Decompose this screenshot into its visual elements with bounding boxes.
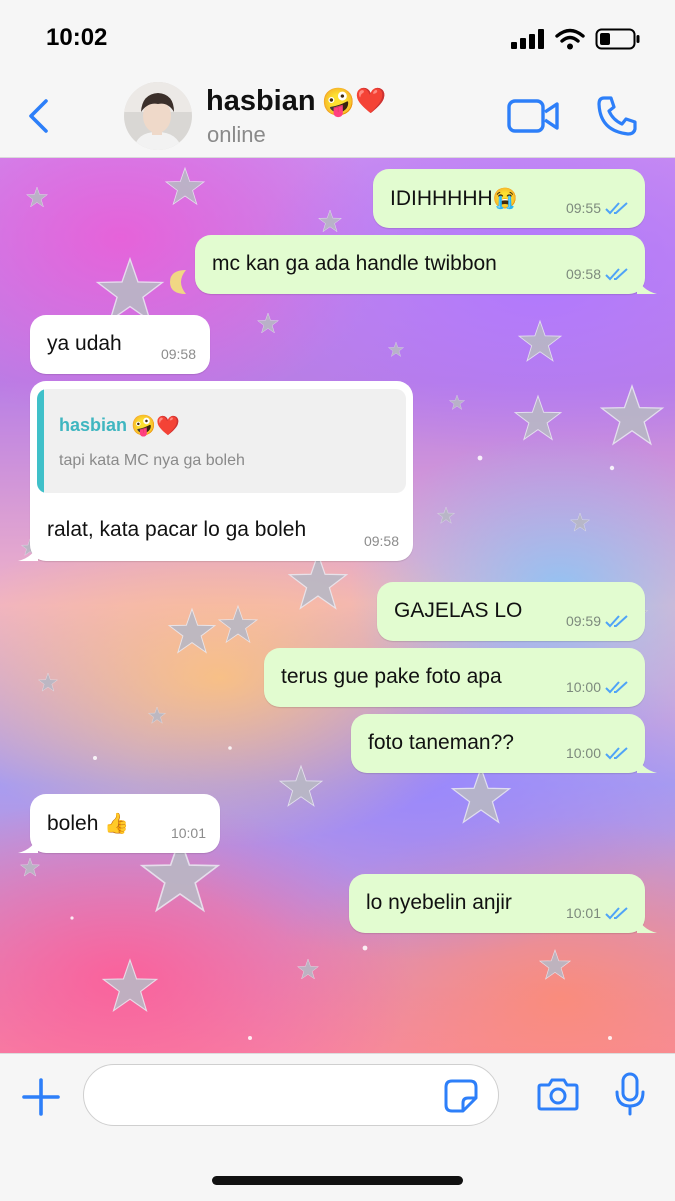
chat-header: hasbian 🤪 ❤️ online <box>0 75 675 158</box>
signal-icon <box>511 29 544 49</box>
message-meta: 10:01 <box>171 825 206 841</box>
bubble-tail <box>18 543 38 561</box>
bubble-tail <box>18 835 38 853</box>
sticker-icon[interactable] <box>444 1079 478 1113</box>
phone-icon[interactable] <box>596 95 638 137</box>
contact-name[interactable]: hasbian 🤪 ❤️ <box>206 85 386 118</box>
message-text: boleh <box>47 811 99 835</box>
message-time: 10:00 <box>565 679 601 695</box>
message-incoming-reply[interactable]: hasbian 🤪 ❤️ tapi kata MC nya ga boleh ra… <box>18 381 413 561</box>
home-indicator[interactable] <box>212 1176 463 1185</box>
message-time: 10:01 <box>565 905 601 921</box>
message-outgoing[interactable]: terus gue pake foto apa 10:00 <box>264 648 645 707</box>
message-incoming[interactable]: boleh 👍 10:01 <box>18 794 220 853</box>
message-time: 09:58 <box>160 346 196 362</box>
contact-name-emoji-2: ❤️ <box>355 87 387 115</box>
message-outgoing[interactable]: lo nyebelin anjir 10:01 <box>349 874 657 933</box>
message-outgoing[interactable]: IDIHHHHH 😭 09:55 <box>373 169 645 228</box>
double-check-icon <box>605 202 628 215</box>
composer-bar <box>0 1053 675 1201</box>
message-text: ralat, kata pacar lo ga boleh <box>47 518 307 541</box>
message-meta: 10:00 <box>566 679 631 695</box>
message-time: 09:58 <box>565 266 601 282</box>
message-meta: 09:58 <box>364 533 399 549</box>
message-text: IDIHHHHH <box>390 186 493 210</box>
battery-icon <box>595 28 640 50</box>
message-text: terus gue pake foto apa <box>281 665 502 688</box>
plus-icon[interactable] <box>20 1076 62 1118</box>
contact-name-emoji-1: 🤪 <box>321 86 356 117</box>
status-icons <box>511 26 641 52</box>
chat-background: IDIHHHHH 😭 09:55 mc kan ga ada handle twi… <box>0 158 675 1053</box>
message-meta: 09:55 <box>566 200 631 216</box>
quoted-sender-emoji-1: 🤪 <box>131 415 156 437</box>
message-input[interactable] <box>83 1064 499 1126</box>
quoted-sender: hasbian 🤪 ❤️ <box>59 413 180 438</box>
message-text: ya udah <box>47 332 122 355</box>
message-text: foto taneman?? <box>368 731 514 754</box>
video-camera-icon[interactable] <box>507 97 559 135</box>
message-time: 09:58 <box>363 533 399 549</box>
message-time: 09:59 <box>565 613 601 629</box>
bubble-tail <box>637 755 657 773</box>
message-outgoing[interactable]: GAJELAS LO 09:59 <box>377 582 645 641</box>
double-check-icon <box>605 747 628 760</box>
bubble-tail <box>637 276 657 294</box>
message-emoji: 👍 <box>104 813 130 835</box>
double-check-icon <box>605 681 628 694</box>
contact-name-text: hasbian <box>206 85 316 117</box>
message-text: lo nyebelin anjir <box>366 891 512 914</box>
double-check-icon <box>605 615 628 628</box>
quote-accent-bar <box>37 389 44 493</box>
avatar[interactable] <box>124 82 192 150</box>
quoted-sender-emoji-2: ❤️ <box>155 415 180 437</box>
wifi-icon <box>555 28 585 50</box>
chevron-left-icon[interactable] <box>24 95 54 137</box>
bubble-tail <box>637 915 657 933</box>
camera-icon[interactable] <box>537 1076 579 1112</box>
message-outgoing[interactable]: mc kan ga ada handle twibbon 09:58 <box>195 235 657 294</box>
message-meta: 09:59 <box>566 613 631 629</box>
status-time: 10:02 <box>46 24 108 51</box>
message-emoji: 😭 <box>492 188 518 210</box>
double-check-icon <box>605 268 628 281</box>
message-time: 09:55 <box>565 200 601 216</box>
message-time: 10:00 <box>565 745 601 761</box>
quoted-message[interactable]: hasbian 🤪 ❤️ tapi kata MC nya ga boleh <box>37 389 406 493</box>
message-outgoing[interactable]: foto taneman?? 10:00 <box>351 714 657 773</box>
status-bar: 10:02 <box>0 0 675 75</box>
message-meta: 09:58 <box>161 346 196 362</box>
message-meta: 09:58 <box>566 266 631 282</box>
microphone-icon[interactable] <box>614 1072 646 1116</box>
message-text: GAJELAS LO <box>394 599 523 622</box>
message-meta: 10:00 <box>566 745 631 761</box>
double-check-icon <box>605 907 628 920</box>
message-incoming[interactable]: ya udah 09:58 <box>30 315 210 374</box>
contact-status: online <box>207 122 266 147</box>
quoted-sender-name: hasbian <box>59 415 128 435</box>
message-text: mc kan ga ada handle twibbon <box>212 252 497 275</box>
message-time: 10:01 <box>170 825 206 841</box>
quoted-text: tapi kata MC nya ga boleh <box>59 452 245 469</box>
message-meta: 10:01 <box>566 905 631 921</box>
